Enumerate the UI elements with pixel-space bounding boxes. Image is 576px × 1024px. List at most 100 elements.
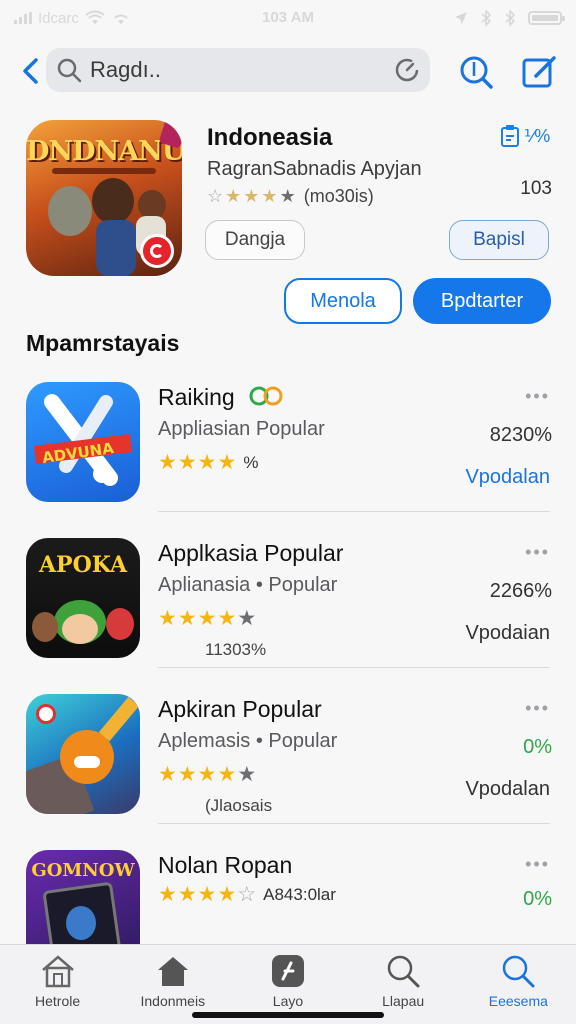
home-indicator[interactable] (192, 1012, 384, 1018)
app-percent: 8230% (489, 424, 552, 446)
featured-size: 103 (520, 178, 552, 199)
divider (158, 667, 550, 668)
star-icon: ☆ (207, 186, 224, 206)
list-item[interactable]: Apkiran Popular Aplemasis • Popular ★ ★ … (0, 684, 576, 824)
primary-button[interactable]: Bpdtarter (413, 278, 551, 324)
featured-app-icon[interactable]: DNDNANUN (26, 120, 182, 276)
star-icon: ★ (158, 883, 177, 906)
search-field[interactable]: Ragdı.. (46, 48, 430, 92)
update-button[interactable]: Vpodalan (465, 778, 550, 801)
star-icon: ★ (279, 186, 296, 206)
carrier-label: Idcarc (38, 9, 79, 27)
app-subtitle: Aplemasis • Popular (158, 730, 338, 752)
star-icon: ★ (177, 451, 197, 474)
app-rating: ★ ★ ★ ★ ★ (158, 606, 256, 631)
search-icon[interactable] (456, 52, 496, 92)
star-icon: ★ (261, 186, 278, 206)
outline-button[interactable]: Menola (284, 278, 402, 324)
more-icon[interactable]: ••• (525, 542, 550, 563)
badge-icon (249, 386, 283, 406)
clipboard-icon (501, 125, 519, 147)
character-art (32, 612, 58, 642)
app-percent: 0% (523, 888, 552, 910)
search-input[interactable]: Ragdı.. (90, 57, 394, 83)
app-art-text: APOKA (38, 552, 128, 578)
more-icon[interactable]: ••• (525, 698, 550, 719)
tab-label: Indonmeis (140, 993, 206, 1009)
tab-home[interactable]: Hetrole (8, 953, 108, 1009)
search-icon (503, 955, 535, 988)
update-button[interactable]: Vpodaian (465, 622, 550, 645)
character-art (66, 906, 96, 940)
featured-app[interactable]: DNDNANUN Indoneasia RagranSabnadis Apyja… (0, 110, 576, 340)
magnifier-icon (57, 58, 82, 83)
search-icon (387, 955, 420, 988)
app-store-icon (271, 955, 304, 987)
star-icon: ☆ (237, 883, 257, 906)
refresh-icon[interactable] (394, 57, 420, 83)
secondary-right-button[interactable]: Bapisl (449, 220, 549, 260)
tab-search[interactable]: Eeesema (468, 953, 568, 1009)
more-icon[interactable]: ••• (525, 386, 550, 407)
wifi-icon (85, 10, 105, 24)
featured-title: Indoneasia (207, 124, 333, 151)
character-art (96, 220, 136, 276)
tab-apps[interactable]: Layo (238, 953, 338, 1009)
rating-extra: % (243, 452, 259, 472)
star-icon: ★ (197, 883, 217, 906)
star-icon: ★ (217, 763, 237, 786)
star-icon: ★ (158, 451, 177, 474)
pencil-art (98, 696, 140, 742)
star-icon: ★ (177, 883, 197, 906)
wifi-secondary-icon (114, 14, 128, 24)
art-banner (52, 168, 156, 174)
tab-indonesia[interactable]: Indonmeis (123, 953, 223, 1009)
app-rating: ★ ★ ★ ★ % (158, 450, 258, 475)
app-name: Applkasia Popular (158, 540, 344, 566)
house-icon (41, 955, 74, 988)
rating-count: (mo30is) (303, 186, 374, 206)
featured-rating: ☆ ★ ★ ★ ★ (mo30is) (207, 186, 374, 207)
star-icon: ★ (197, 763, 217, 786)
star-icon: ★ (217, 607, 237, 630)
app-note: (Jlaosais (205, 796, 273, 815)
star-icon: ★ (217, 883, 237, 906)
tab-search-alt[interactable]: Llapau (353, 953, 453, 1009)
compose-icon[interactable] (520, 52, 560, 92)
app-art-text: GOMNOW (31, 860, 135, 881)
character-art (92, 178, 134, 224)
status-right (454, 10, 565, 26)
app-icon[interactable]: ADVUNA (26, 382, 140, 502)
app-percent: 2266% (489, 580, 552, 602)
star-icon: ★ (225, 186, 242, 206)
bluetooth-secondary-icon (505, 10, 516, 26)
app-rating: ★ ★ ★ ★ ☆ A843:0lar (158, 882, 336, 907)
status-bar: Idcarc 103 AM (0, 0, 576, 36)
star-icon: ★ (237, 607, 257, 630)
update-button[interactable]: Vpodalan (465, 466, 550, 489)
list-item[interactable]: ADVUNA Raiking Appliasian Popular ★ ★ ★ … (0, 372, 576, 512)
more-icon[interactable]: ••• (525, 854, 550, 875)
app-subtitle: Aplianasia • Popular (158, 574, 338, 596)
featured-status: ⅟% (500, 124, 550, 148)
star-icon: ★ (158, 607, 177, 630)
section-title: Mpamrstayais (26, 330, 180, 356)
app-icon[interactable] (26, 694, 140, 814)
list-item[interactable]: APOKA Applkasia Popular Aplianasia • Pop… (0, 528, 576, 668)
app-subtitle: Appliasian Popular (158, 418, 325, 440)
home-filled-icon (157, 957, 188, 986)
star-icon: ★ (197, 451, 217, 474)
app-percent: 0% (523, 736, 552, 758)
app-icon[interactable]: APOKA (26, 538, 140, 658)
featured-subtitle: RagranSabnadis Apyjan (207, 158, 422, 180)
app-name: Apkiran Popular (158, 696, 322, 722)
secondary-left-button[interactable]: Dangja (205, 220, 305, 260)
tab-label: Hetrole (35, 993, 81, 1009)
bluetooth-icon (481, 10, 492, 26)
back-chevron-icon[interactable] (18, 56, 44, 86)
star-icon: ★ (197, 607, 217, 630)
star-icon: ★ (177, 763, 197, 786)
character-art (48, 186, 92, 236)
app-note: 11303% (205, 640, 267, 659)
location-icon (455, 12, 467, 24)
